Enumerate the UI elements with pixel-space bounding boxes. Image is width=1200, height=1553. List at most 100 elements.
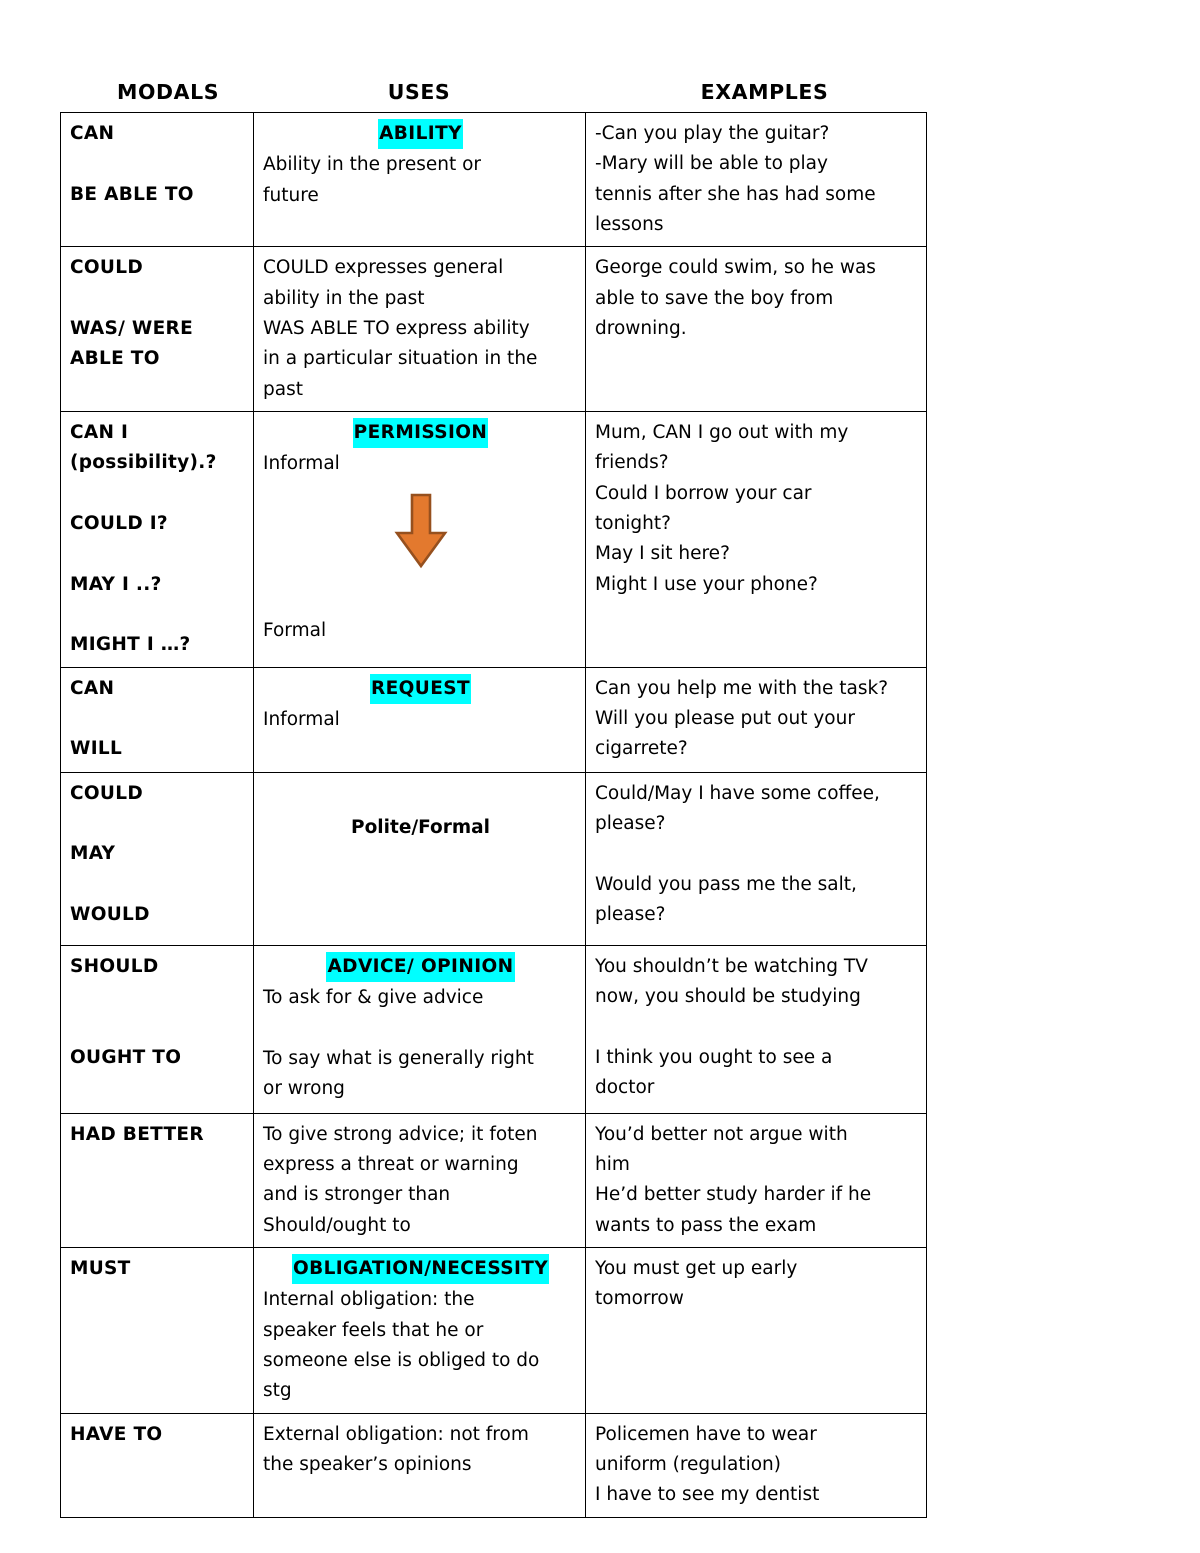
example-cell-polite-request: Could/May I have some coffee, please? Woul…	[585, 771, 927, 946]
use-heading-must: OBLIGATION/NECESSITY	[291, 1253, 550, 1285]
example-cell-have-to: Policemen have to wear uniform (regulatio…	[585, 1412, 927, 1518]
example-line: -Mary will be able to play	[595, 153, 828, 175]
example-line: You’d better not argue with	[595, 1123, 848, 1145]
use-heading-wrapper: PERMISSION	[263, 417, 578, 449]
example-line: You shouldn’t be watching TV	[595, 955, 868, 977]
use-line: To give strong advice; it foten	[263, 1123, 538, 1145]
modal-term: SHOULD	[70, 955, 159, 977]
example-line: Will you please put out your	[595, 707, 855, 729]
modal-term: COULD	[70, 257, 143, 279]
example-line: tomorrow	[595, 1288, 684, 1310]
example-line: Mum, CAN I go out with my	[595, 421, 849, 443]
use-line: someone else is obliged to do	[263, 1349, 540, 1371]
modal-term: ABLE TO	[70, 348, 160, 370]
column-headers: MODALS USES EXAMPLES	[60, 62, 926, 102]
use-line: Informal	[263, 453, 340, 475]
modal-cell-advice: SHOULD OUGHT TO	[60, 944, 254, 1114]
modal-term: HAD BETTER	[70, 1123, 204, 1145]
use-line: To say what is generally right	[263, 1047, 534, 1069]
example-cell-ability: -Can you play the guitar? -Mary will be a…	[585, 111, 927, 248]
use-cell-could-ability-past: COULD expresses general ability in the pa…	[253, 246, 586, 412]
example-line: I have to see my dentist	[595, 1484, 820, 1506]
example-line: Can you help me with the task?	[595, 677, 889, 699]
modal-cell-must: MUST	[60, 1246, 254, 1414]
use-heading-wrapper: ADVICE/ OPINION	[263, 951, 578, 982]
example-line: him	[595, 1153, 630, 1175]
table-row: HAD BETTER To give strong advice; it fote…	[60, 1112, 927, 1248]
use-line: or wrong	[263, 1077, 345, 1099]
modal-cell-ability: CAN BE ABLE TO	[60, 111, 254, 248]
use-heading-advice: ADVICE/ OPINION	[326, 951, 515, 982]
table-row: CAN BE ABLE TO ABILITY Ability in the prese…	[60, 111, 927, 248]
example-line: please?	[595, 903, 666, 925]
document-page: MODALS USES EXAMPLES CAN BE ABLE TO ABILIT…	[0, 0, 1200, 1553]
example-line: able to save the boy from	[595, 287, 834, 309]
example-line: tonight?	[595, 512, 671, 534]
example-line: -Can you play the guitar?	[595, 123, 830, 144]
use-cell-must: OBLIGATION/NECESSITY Internal obligation:…	[253, 1246, 586, 1414]
example-cell-could-ability-past: George could swim, so he was able to save…	[585, 246, 927, 412]
use-line: Should/ought to	[263, 1214, 411, 1236]
use-line: future	[263, 184, 319, 206]
modal-term: CAN	[70, 677, 115, 699]
modal-cell-had-better: HAD BETTER	[60, 1112, 254, 1248]
example-line: Could/May I have some coffee,	[595, 782, 880, 804]
modal-cell-could-ability-past: COULD WAS/ WERE ABLE TO	[60, 246, 254, 412]
example-line: Could I borrow your car	[595, 482, 812, 504]
down-arrow-icon	[393, 493, 448, 568]
column-header-examples: EXAMPLES	[700, 79, 829, 104]
modal-term: HAVE TO	[70, 1423, 163, 1445]
modal-term: CAN	[70, 123, 115, 144]
use-line: and is stronger than	[263, 1184, 451, 1206]
example-line: now, you should be studying	[595, 985, 861, 1007]
use-heading-wrapper: OBLIGATION/NECESSITY	[263, 1253, 578, 1285]
use-cell-request: REQUEST Informal	[253, 666, 586, 773]
modal-term: COULD	[70, 782, 143, 804]
use-cell-have-to: External obligation: not from the speaker…	[253, 1412, 586, 1518]
arrow-container	[263, 492, 578, 580]
modals-reference-table: CAN BE ABLE TO ABILITY Ability in the prese…	[60, 111, 927, 1518]
use-cell-polite-request: Polite/Formal	[253, 771, 586, 946]
table-row: SHOULD OUGHT TO ADVICE/ OPINION To ask for …	[60, 944, 927, 1114]
example-line: lessons	[595, 213, 664, 235]
example-cell-permission: Mum, CAN I go out with my friends? Could I…	[585, 410, 927, 668]
modal-term: MAY	[70, 843, 116, 865]
use-line: External obligation: not from	[263, 1423, 529, 1445]
use-line: Informal	[263, 708, 340, 730]
example-line: cigarrete?	[595, 738, 688, 760]
use-line: Internal obligation: the	[263, 1289, 475, 1311]
use-cell-ability: ABILITY Ability in the present or future	[253, 111, 586, 248]
modal-cell-permission: CAN I (possibility).? COULD I? MAY I ..? MIG…	[60, 410, 254, 668]
table-row: COULD MAY WOULD Polite/Formal Could/May I ha…	[60, 771, 927, 946]
use-cell-had-better: To give strong advice; it foten express a…	[253, 1112, 586, 1248]
example-line: doctor	[595, 1076, 655, 1098]
table-row: COULD WAS/ WERE ABLE TO COULD expresses gen…	[60, 246, 927, 412]
modal-cell-request: CAN WILL	[60, 666, 254, 773]
example-cell-must: You must get up early tomorrow	[585, 1246, 927, 1414]
example-line: George could swim, so he was	[595, 257, 876, 279]
example-line: Might I use your phone?	[595, 573, 818, 595]
use-line: Formal	[263, 620, 327, 642]
use-heading-permission: PERMISSION	[352, 417, 489, 449]
modal-term: WILL	[70, 738, 123, 760]
use-line: To ask for & give advice	[263, 986, 484, 1008]
example-line: wants to pass the exam	[595, 1214, 817, 1236]
modal-term: MAY I ..?	[70, 573, 162, 595]
column-header-modals: MODALS	[117, 79, 220, 104]
use-line: the speaker’s opinions	[263, 1453, 472, 1475]
example-line: You must get up early	[595, 1257, 798, 1279]
example-line: I think you ought to see a	[595, 1046, 833, 1068]
use-line: Ability in the present or	[263, 154, 482, 176]
use-cell-advice: ADVICE/ OPINION To ask for & give advice T…	[253, 944, 586, 1114]
example-line: Policemen have to wear	[595, 1423, 817, 1445]
modal-term: BE ABLE TO	[70, 183, 194, 205]
